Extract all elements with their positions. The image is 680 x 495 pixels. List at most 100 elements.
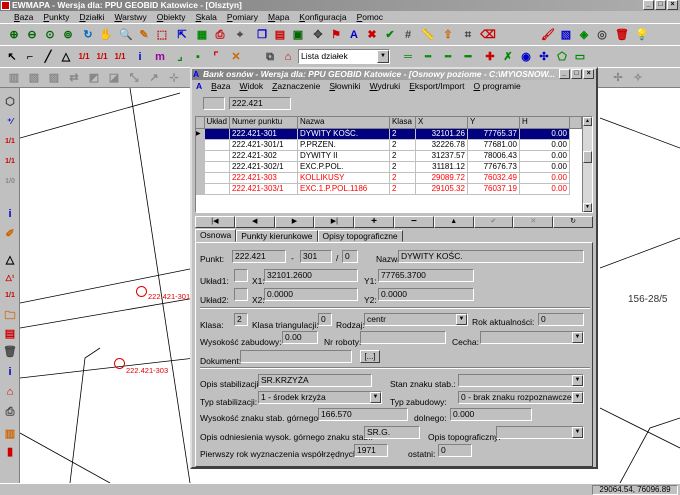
nr-roboty-field[interactable] [360,331,446,344]
minimize-button[interactable]: _ [643,0,654,10]
print-icon[interactable]: ⎙ [212,27,228,43]
chevron-down-icon[interactable]: ▼ [370,392,381,403]
menu-baza[interactable]: Baza [14,11,33,23]
layer-filter-icon[interactable]: ⌂ [280,49,296,65]
dialog-menu-widok[interactable]: Widok [240,80,264,92]
delete-record-button[interactable]: − [393,216,434,228]
polygon-select-icon[interactable]: ⬡ [2,94,18,110]
cross-icon[interactable]: ✕ [228,49,244,65]
left-tri-num-icon[interactable]: △¹ [2,270,18,286]
punkt-part2-field[interactable]: 301 [300,250,332,263]
delete-icon[interactable]: ⌫ [480,27,496,43]
edit-icon[interactable]: ✎ [136,27,152,43]
info-i-icon[interactable]: i [132,49,148,65]
table-row[interactable]: 222.421-301/1 P.PRZEN. 2 32226.78 77681.00 0.… [196,139,581,151]
left-book-icon[interactable]: ▥ [2,426,18,442]
wysokosc-zabudowy-field[interactable]: 0.00 [282,331,318,344]
symbol-icon[interactable]: ◎ [594,27,610,43]
chevron-down-icon[interactable]: ▼ [572,392,583,403]
triangle-icon[interactable]: △ [58,49,74,65]
pointer-icon[interactable]: ↖ [4,49,20,65]
parcel-left-3-icon[interactable]: 1/0 [2,174,18,190]
table-row[interactable]: 222.421-302 DYWITY II 2 31237.57 78006.43 0.0… [196,150,581,162]
compass-icon[interactable]: ✣ [536,49,552,65]
tool-f-icon[interactable]: ◪ [106,70,122,86]
left-sign-icon[interactable]: ⌂ [2,384,18,400]
uklad2-field[interactable] [234,288,248,301]
cecha-select[interactable]: ▼ [480,331,584,344]
grid-header-uklad[interactable]: Układ [204,117,230,129]
grid-header-x[interactable]: X [415,117,468,129]
klasa-triangulacji-field[interactable]: 0 [318,313,332,326]
table-row[interactable]: 222.421-303 KOLLIKUSY 2 29089.72 76032.49 0.0… [196,172,581,184]
polygon-icon[interactable]: ⬠ [554,49,570,65]
menu-dzialki[interactable]: Działki [79,11,104,23]
dialog-minimize-button[interactable]: _ [559,69,570,79]
close-button[interactable]: × [667,0,678,10]
search-icon[interactable]: 🔍 [118,27,134,43]
zoom-in-icon[interactable]: ⊕ [6,27,22,43]
left-edit-icon[interactable]: ✐ [2,226,18,242]
brush-icon[interactable]: 🖌 [540,27,556,43]
left-folder-icon[interactable]: 🗀 [2,308,18,324]
zoom-all-icon[interactable]: ⊚ [60,27,76,43]
flag-icon[interactable]: ⚑ [328,27,344,43]
tool-e-icon[interactable]: ◩ [86,70,102,86]
menu-pomoc[interactable]: Pomoc [357,11,383,23]
table-row[interactable]: 222.421-303/1 EXC.1.P.POL.1186 2 29105.32 76… [196,183,581,195]
m-icon[interactable]: m [152,49,168,65]
hint-icon[interactable]: 💡 [634,27,650,43]
dokument-field[interactable] [240,350,352,363]
wysokosc-gornego-field[interactable]: 166.570 [318,408,408,421]
dialog-menu-eksport[interactable]: Eksport/Import [409,80,464,92]
parcel-left-1-icon[interactable]: 1/1 [2,134,18,150]
left-stamp-icon[interactable]: ▤ [2,326,18,342]
grid-scrollbar[interactable]: ▲ ▼ [582,117,592,212]
scroll-up-icon[interactable]: ▲ [583,117,592,126]
grid-header-h[interactable]: H [519,117,570,129]
target-icon[interactable]: ◉ [518,49,534,65]
rodzaj-select[interactable]: centr ▼ [364,313,468,326]
insert-record-button[interactable]: + [354,216,394,228]
table-row[interactable]: ▶ 222.421-301 DYWITY KOŚC. 2 32101.26 77765.3… [196,128,581,140]
grid-header-numer[interactable]: Numer punktu [229,117,298,129]
stop-icon[interactable]: ✖ [364,27,380,43]
first-record-button[interactable]: |◀ [195,216,235,228]
dialog-menu-zaznaczenie[interactable]: Zaznaczenie [272,80,320,92]
tool-k-icon[interactable]: ✧ [630,70,646,86]
tool-g-icon[interactable]: ⤡ [126,70,142,86]
nazwa-field[interactable]: DYWITY KOŚC. [398,250,584,263]
punkt-part1-field[interactable]: 222.421 [232,250,286,263]
layer-tool-icon[interactable]: ⧉ [262,49,278,65]
rectangle-icon[interactable]: ▭ [572,49,588,65]
dokument-browse-button[interactable]: [...] [360,350,380,363]
pan-hand-icon[interactable]: ✋ [98,27,114,43]
parcel-split-icon[interactable]: 1/1 [94,49,110,65]
map-point-marker[interactable] [114,358,125,369]
x2-field[interactable]: 0.0000 [264,288,358,301]
ruler-icon[interactable]: 📏 [420,27,436,43]
dialog-menu-oprogramie[interactable]: O programie [473,80,520,92]
search-input[interactable]: 222.421 [229,97,291,110]
line-style-2-icon[interactable]: ┅ [420,49,436,65]
menu-punkty[interactable]: Punkty [43,11,69,23]
calc-icon[interactable]: ⌗ [460,27,476,43]
typ-stabilizacji-select[interactable]: 1 - środek krzyża ▼ [258,391,382,404]
move-icon[interactable]: ✥ [310,27,326,43]
chevron-down-icon[interactable]: ▼ [572,375,583,386]
node-edit-icon[interactable]: ⌜ [208,49,224,65]
copy-icon[interactable]: ❐ [254,27,270,43]
parcel-join-icon[interactable]: 1/1 [112,49,128,65]
grid-header-klasa[interactable]: Klasa [389,117,416,129]
scroll-down-icon[interactable]: ▼ [583,203,592,212]
zoom-out-icon[interactable]: ⊖ [24,27,40,43]
left-info2-icon[interactable]: i [2,364,18,380]
prev-record-button[interactable]: ◀ [234,216,275,228]
line-style-4-icon[interactable]: ━ [460,49,476,65]
tool-d-icon[interactable]: ⇄ [66,70,82,86]
post-record-button[interactable]: ✔ [473,216,514,228]
opis-topograficzny-select[interactable]: ▼ [496,426,584,439]
tool-h-icon[interactable]: ↗ [146,70,162,86]
tab-opisy-topograficzne[interactable]: Opisy topograficzne [317,230,403,242]
info-icon[interactable]: ⌖ [232,27,248,43]
